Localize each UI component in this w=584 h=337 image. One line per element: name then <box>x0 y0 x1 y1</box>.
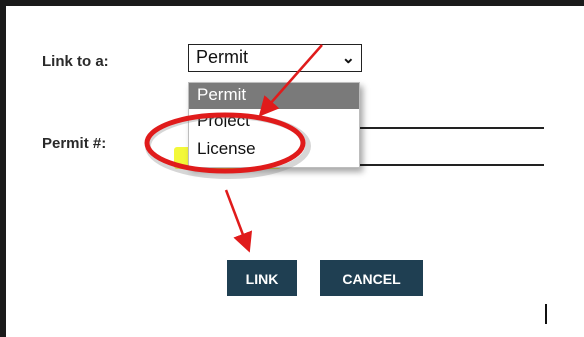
link-button[interactable]: LINK <box>227 260 297 296</box>
text-cursor <box>545 304 547 324</box>
permit-number-input-underline[interactable] <box>360 127 544 129</box>
link-type-select[interactable]: Permit ⌄ <box>188 44 362 72</box>
secondary-input-underline[interactable] <box>360 164 544 166</box>
option-permit[interactable]: Permit <box>189 83 359 109</box>
select-value: Permit <box>196 47 249 67</box>
link-type-dropdown[interactable]: Permit Project License <box>188 82 360 168</box>
option-project[interactable]: Project <box>189 109 359 127</box>
cancel-button[interactable]: CANCEL <box>320 260 423 296</box>
link-to-label: Link to a: <box>42 53 109 70</box>
dialog-frame: Link to a: Permit ⌄ Permit #: Permit Pro… <box>0 0 584 337</box>
option-license[interactable]: License <box>189 137 359 163</box>
permit-number-label: Permit #: <box>42 135 107 152</box>
chevron-down-icon[interactable]: ⌄ <box>342 47 355 71</box>
